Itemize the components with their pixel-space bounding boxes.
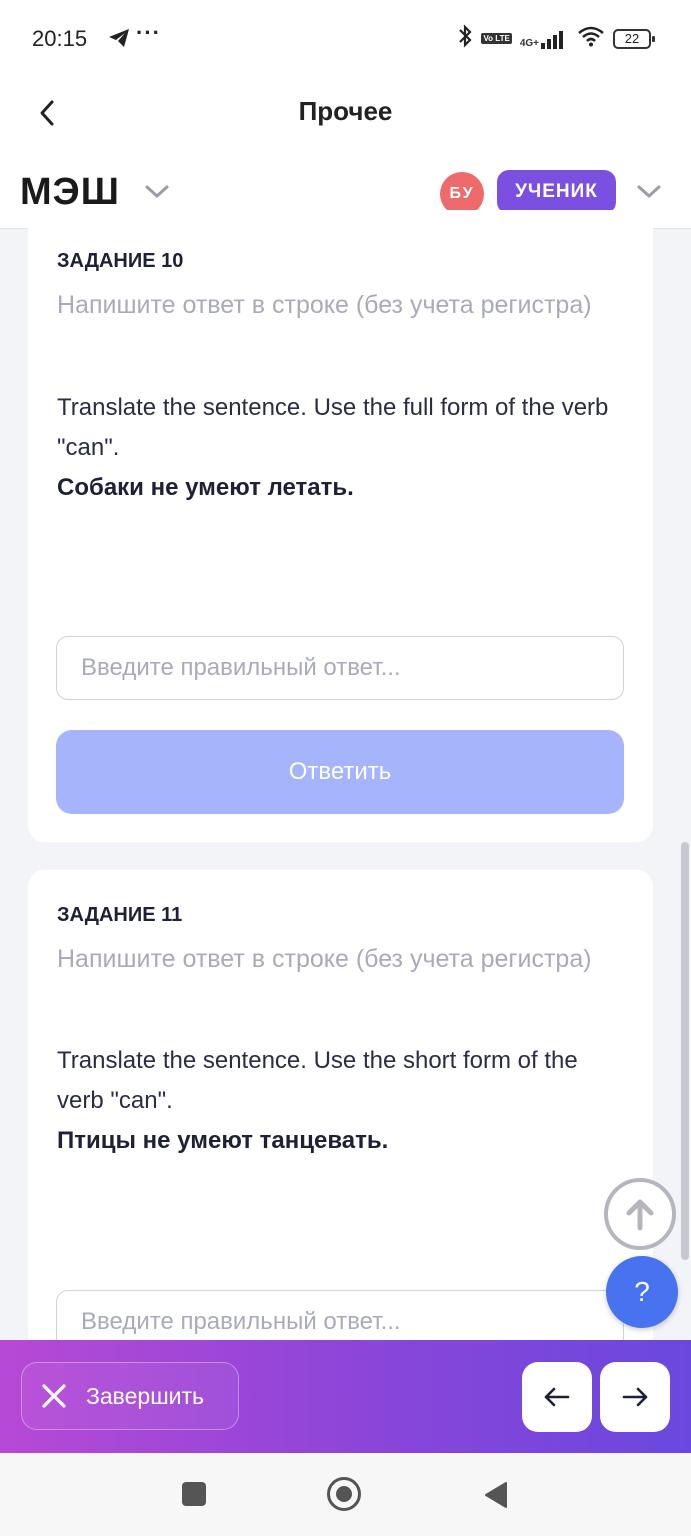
home-icon[interactable] [327,1477,361,1511]
finish-button[interactable]: Завершить [21,1362,239,1430]
answer-input[interactable] [56,636,624,700]
network-type: 4G+ [519,37,539,49]
chevron-down-icon[interactable] [636,184,662,205]
recent-apps-icon[interactable] [182,1482,206,1506]
chevron-down-icon[interactable] [144,184,170,205]
arrow-up-icon [626,1199,654,1231]
next-task-button[interactable] [600,1362,670,1432]
help-button[interactable]: ? [606,1256,678,1328]
more-notifications-icon: ··· [136,20,161,45]
instruction-text: Translate the sentence. Use the full for… [57,394,609,461]
volte-icon: Vo LTE [481,33,512,44]
mesh-logo[interactable]: МЭШ [20,172,120,212]
battery-icon: 22 [613,28,655,49]
bottom-action-bar: Завершить [0,1340,691,1453]
submit-answer-button[interactable]: Ответить [56,730,624,814]
signal-icon: 4G+ [520,29,569,49]
status-icons: Vo LTE 4G+ 22 [457,24,655,53]
scrollbar[interactable] [681,842,689,1260]
status-time: 20:15 [32,26,88,51]
previous-task-button[interactable] [522,1362,592,1432]
scroll-to-top-button[interactable] [604,1178,676,1250]
task-card: ЗАДАНИЕ 11 Напишите ответ в строке (без … [28,870,653,1390]
task-hint: Напишите ответ в строке (без учета регис… [57,291,592,319]
sentence-text: Собаки не умеют летать. [57,474,354,501]
bluetooth-icon [457,24,473,53]
instruction-text: Translate the sentence. Use the short fo… [57,1047,578,1114]
system-nav-bar [0,1453,691,1536]
task-hint: Напишите ответ в строке (без учета регис… [57,945,592,973]
task-instruction: Translate the sentence. Use the short fo… [57,1041,627,1161]
wifi-icon [577,25,605,52]
page-title: Прочее [298,96,393,126]
close-icon [42,1384,66,1408]
task-card: ЗАДАНИЕ 10 Напишите ответ в строке (без … [28,210,653,842]
task-title: ЗАДАНИЕ 10 [57,250,184,272]
task-instruction: Translate the sentence. Use the full for… [57,388,627,508]
arrow-right-icon [622,1387,648,1407]
role-badge[interactable]: УЧЕНИК [497,170,616,214]
telegram-icon [108,28,130,53]
arrow-left-icon [544,1387,570,1407]
sentence-text: Птицы не умеют танцевать. [57,1127,389,1154]
finish-label: Завершить [86,1382,205,1409]
back-triangle-icon[interactable] [484,1481,508,1514]
task-title: ЗАДАНИЕ 11 [57,904,183,926]
status-bar: 20:15 ··· Vo LTE 4G+ 22 [0,0,691,80]
app-bar: Прочее [0,80,691,150]
